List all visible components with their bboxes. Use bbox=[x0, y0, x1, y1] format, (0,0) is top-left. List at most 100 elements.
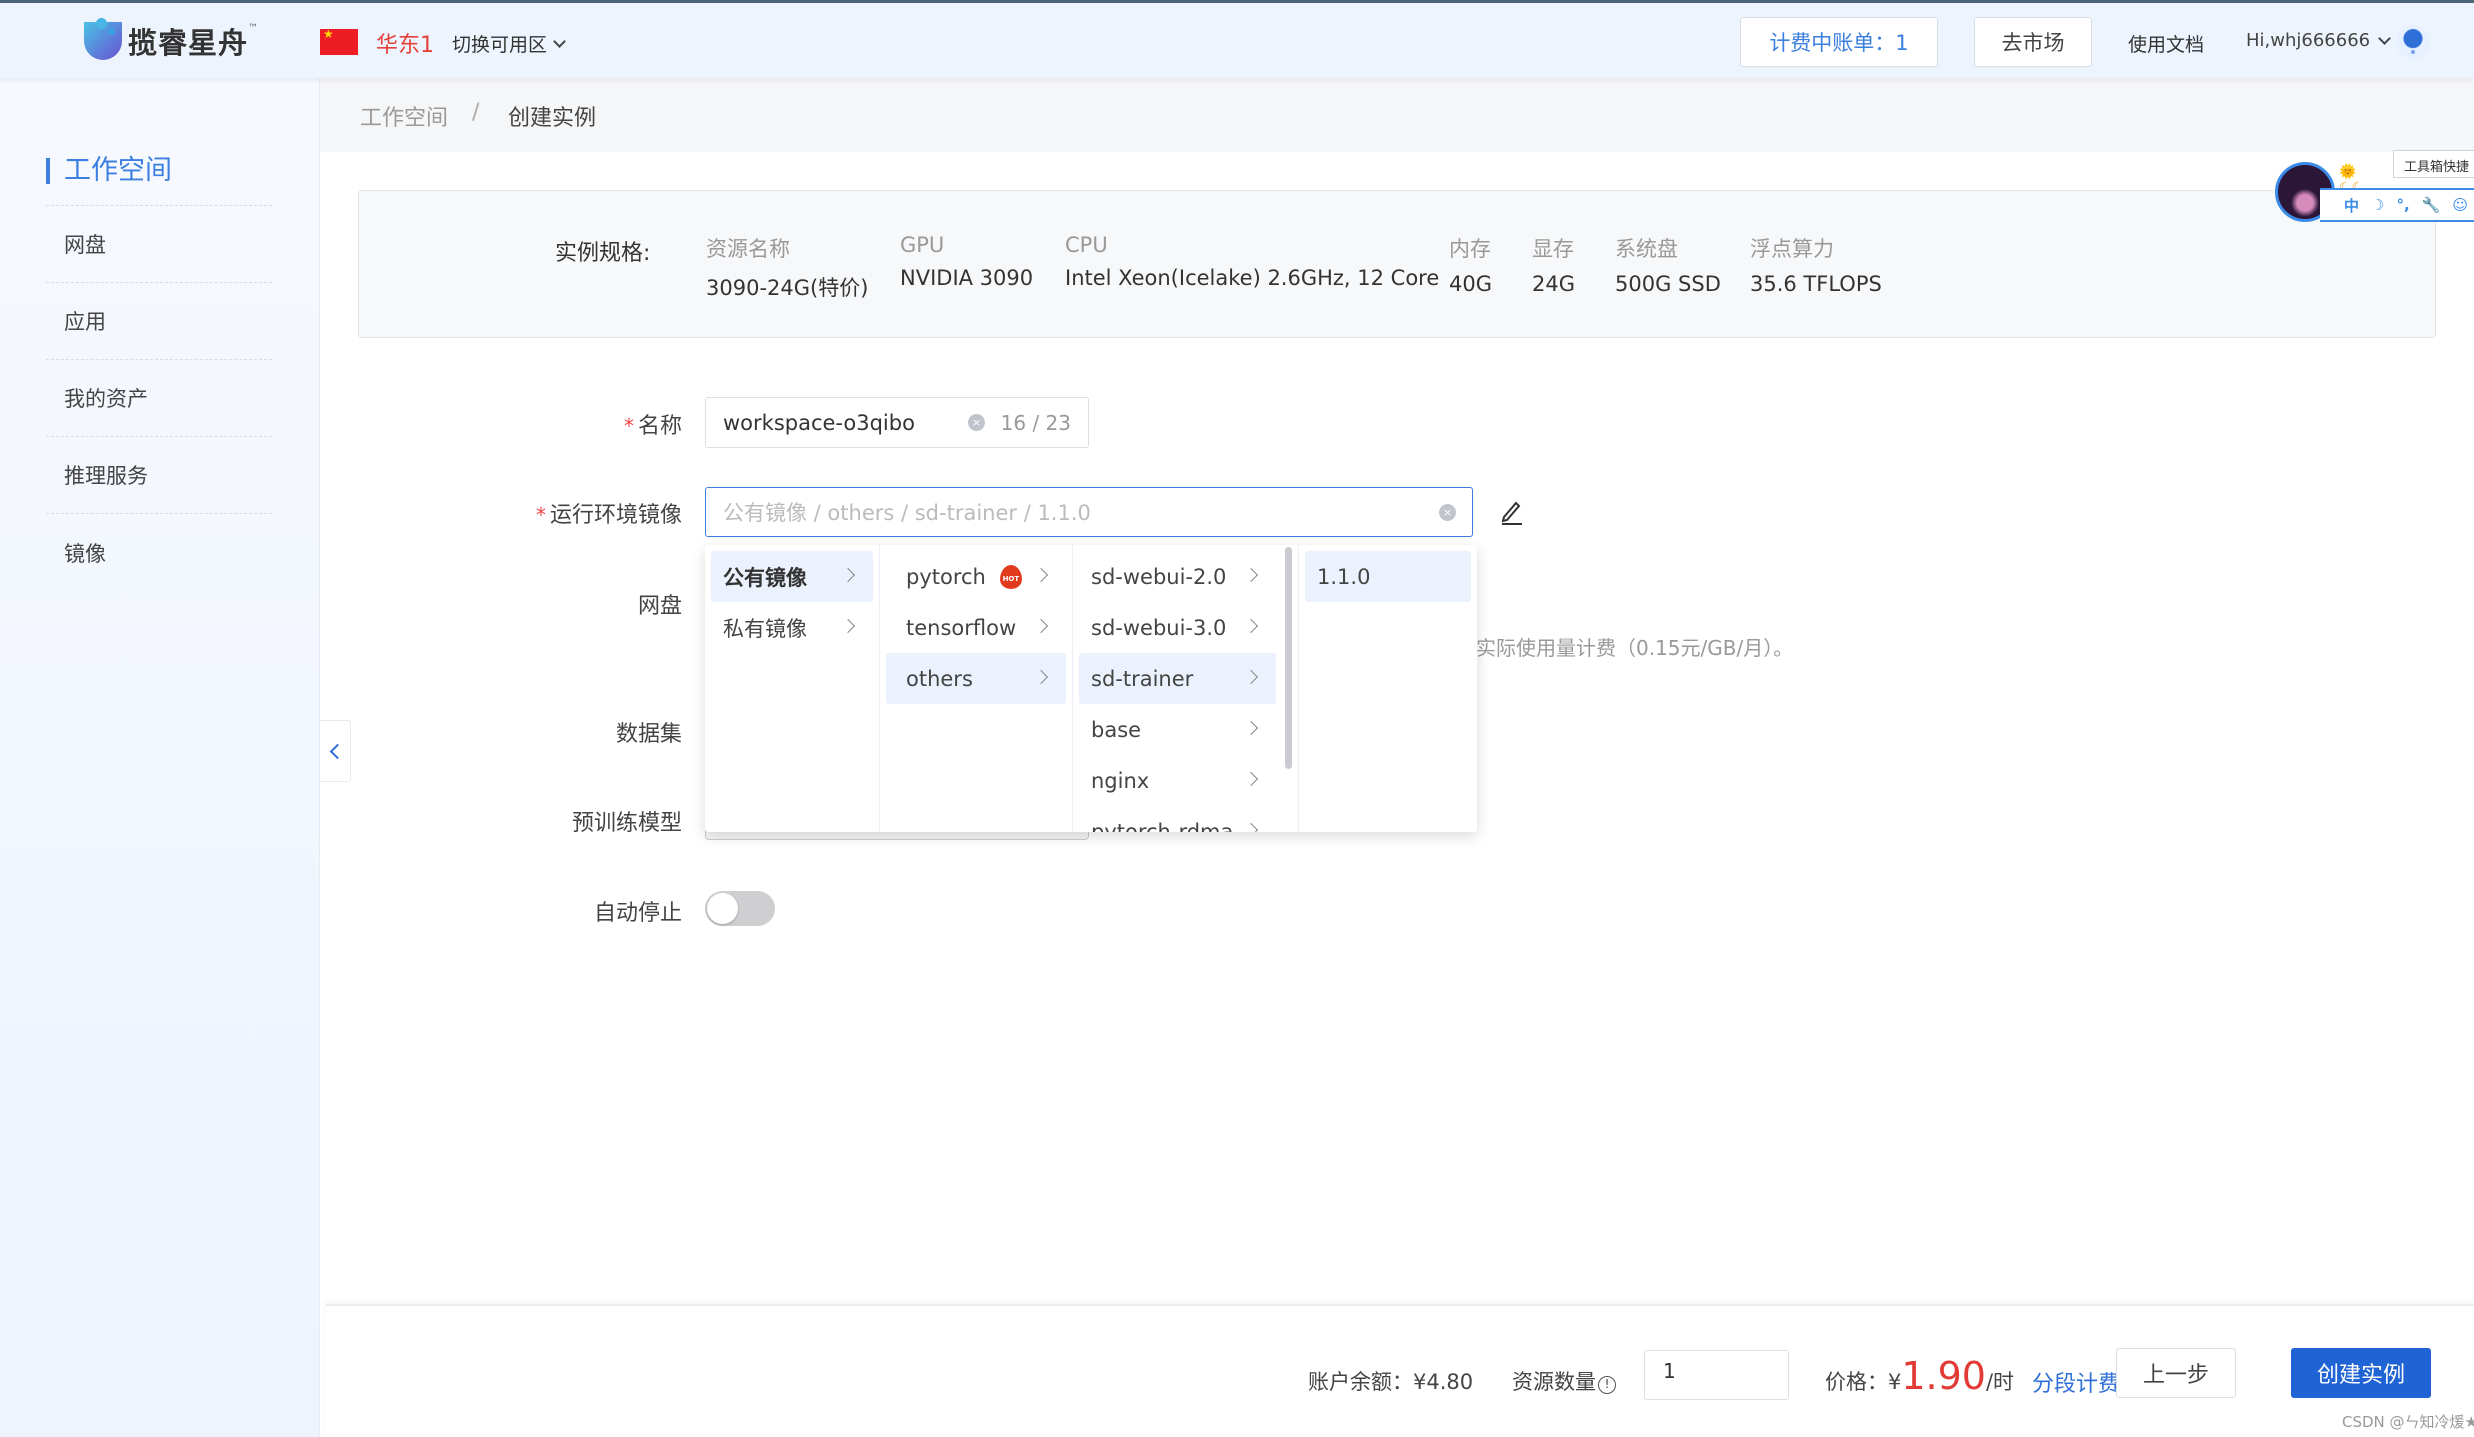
cascader-option[interactable]: sd-trainer bbox=[1079, 653, 1276, 704]
cascader-option[interactable]: 私有镜像 bbox=[711, 602, 873, 653]
cascader-scrollbar[interactable] bbox=[1285, 547, 1292, 769]
price-label: 价格： bbox=[1825, 1370, 1888, 1394]
required-mark: * bbox=[623, 414, 634, 438]
spec-resource-name: 资源名称 3090-24G(特价) bbox=[706, 233, 868, 302]
chinese-mode-icon[interactable]: 中 bbox=[2344, 195, 2359, 216]
chevron-down-icon bbox=[553, 34, 566, 48]
breadcrumb: 工作空间 / 创建实例 bbox=[320, 78, 2474, 152]
option-label: pytorch bbox=[906, 564, 986, 589]
sidebar-item-apps[interactable]: 应用 bbox=[46, 283, 272, 360]
spec-header: 浮点算力 bbox=[1750, 237, 1834, 261]
spec-header: 系统盘 bbox=[1615, 237, 1678, 261]
chevron-right-icon bbox=[1243, 669, 1259, 685]
dataset-label: 数据集 bbox=[615, 722, 682, 747]
footer-bar: 账户余额：¥4.80 资源数量! 1 价格：¥1.90/时 分段计费 上一步 创… bbox=[326, 1304, 2474, 1437]
option-label: tensorflow bbox=[906, 615, 1017, 640]
chevron-right-icon bbox=[1243, 567, 1259, 583]
spec-flops: 浮点算力 35.6 TFLOPS bbox=[1750, 233, 1882, 296]
name-label-text: 名称 bbox=[637, 414, 682, 439]
cascader-option[interactable]: sd-webui-2.0 bbox=[1079, 551, 1276, 602]
account-balance: 账户余额：¥4.80 bbox=[1308, 1366, 1473, 1396]
quantity-label-text: 资源数量 bbox=[1512, 1370, 1596, 1394]
spec-value: 40G bbox=[1449, 272, 1492, 296]
market-button[interactable]: 去市场 bbox=[1974, 17, 2092, 67]
sidebar-item-netdisk[interactable]: 网盘 bbox=[46, 206, 272, 283]
sidebar-item-images[interactable]: 镜像 bbox=[46, 514, 272, 591]
collapse-sidebar-button[interactable] bbox=[320, 720, 351, 782]
price-display: 价格：¥1.90/时 bbox=[1825, 1354, 2014, 1398]
option-label: nginx bbox=[1091, 768, 1150, 793]
edit-pencil-icon[interactable] bbox=[1500, 498, 1524, 526]
clear-icon[interactable]: × bbox=[968, 414, 985, 431]
punctuation-icon[interactable]: °, bbox=[2396, 196, 2409, 214]
segment-billing-link[interactable]: 分段计费 bbox=[2032, 1366, 2120, 1398]
pretrained-model-label: 预训练模型 bbox=[571, 811, 682, 836]
quantity-input[interactable]: 1 bbox=[1644, 1350, 1789, 1400]
spec-memory: 内存 40G bbox=[1449, 233, 1492, 296]
breadcrumb-separator: / bbox=[472, 100, 480, 125]
previous-step-button[interactable]: 上一步 bbox=[2116, 1348, 2236, 1398]
cascader-option[interactable]: sd-webui-3.0 bbox=[1079, 602, 1276, 653]
billing-button[interactable]: 计费中账单：1 bbox=[1740, 17, 1938, 67]
moon-icon[interactable]: ☽ bbox=[2371, 196, 2384, 214]
name-label: * 名称 bbox=[302, 408, 682, 440]
smiley-icon[interactable]: ☺ bbox=[2452, 196, 2468, 214]
required-mark: * bbox=[535, 503, 546, 527]
switch-zone-dropdown[interactable]: 切换可用区 bbox=[452, 30, 566, 57]
netdisk-billing-hint: 实际使用量计费（0.15元/GB/月）。 bbox=[1476, 636, 1794, 660]
widget-toolbar: 中 ☽ °, 🔧 ☺ bbox=[2320, 188, 2474, 222]
sidebar-item-assets[interactable]: 我的资产 bbox=[46, 360, 272, 437]
spec-value: NVIDIA 3090 bbox=[900, 266, 1034, 290]
chevron-right-icon bbox=[1243, 618, 1259, 634]
spec-value: 24G bbox=[1532, 272, 1575, 296]
chevron-right-icon bbox=[1243, 822, 1259, 832]
sidebar-item-label: 推理服务 bbox=[64, 464, 148, 488]
name-input[interactable]: workspace-o3qibo × 16 / 23 bbox=[705, 397, 1089, 448]
cascader-option[interactable]: 1.1.0 bbox=[1305, 551, 1471, 602]
autostop-toggle[interactable] bbox=[705, 891, 775, 926]
spec-header: 资源名称 bbox=[706, 237, 790, 261]
option-label: pytorch-rdma bbox=[1091, 819, 1234, 833]
cascader-option[interactable]: pytorch HOT bbox=[886, 551, 1066, 602]
spec-system-disk: 系统盘 500G SSD bbox=[1615, 233, 1721, 296]
cascader-column-version: 1.1.0 bbox=[1299, 545, 1477, 832]
docs-link[interactable]: 使用文档 bbox=[2128, 30, 2204, 57]
clear-icon[interactable]: × bbox=[1439, 503, 1456, 521]
cascader-option[interactable]: nginx bbox=[1079, 755, 1276, 806]
cascader-option[interactable]: pytorch-rdma bbox=[1079, 806, 1276, 832]
chevron-right-icon bbox=[1033, 618, 1049, 634]
name-char-count: 16 / 23 bbox=[1000, 410, 1071, 435]
assistant-bot-icon[interactable] bbox=[2396, 25, 2430, 59]
cascader-option[interactable]: base bbox=[1079, 704, 1276, 755]
cascader-option[interactable]: tensorflow bbox=[886, 602, 1066, 653]
brand-logo[interactable]: 揽睿星舟 ™ bbox=[84, 18, 258, 61]
sidebar-item-inference[interactable]: 推理服务 bbox=[46, 437, 272, 514]
user-menu[interactable]: Hi,whj666666 bbox=[2246, 30, 2391, 51]
cascader-column-source: 公有镜像 私有镜像 bbox=[705, 545, 880, 832]
brand-name: 揽睿星舟 bbox=[128, 26, 249, 60]
sidebar-item-label: 镜像 bbox=[64, 541, 106, 566]
switch-zone-label: 切换可用区 bbox=[452, 34, 548, 56]
hot-badge-icon: HOT bbox=[999, 564, 1022, 589]
sidebar-item-label: 网盘 bbox=[64, 233, 106, 257]
create-instance-button[interactable]: 创建实例 bbox=[2291, 1348, 2431, 1398]
breadcrumb-workspace[interactable]: 工作空间 bbox=[360, 100, 448, 132]
spec-value: 3090-24G(特价) bbox=[706, 276, 869, 300]
spec-value: 35.6 TFLOPS bbox=[1750, 272, 1882, 296]
wrench-icon[interactable]: 🔧 bbox=[2422, 196, 2441, 214]
info-icon[interactable]: ! bbox=[1598, 1376, 1616, 1394]
chevron-right-icon bbox=[1243, 771, 1259, 787]
option-label: 公有镜像 bbox=[723, 565, 807, 590]
cascader-option[interactable]: others bbox=[886, 653, 1066, 704]
spec-header: CPU bbox=[1065, 233, 1108, 257]
netdisk-label: 网盘 bbox=[637, 594, 682, 619]
region-name: 华东1 bbox=[376, 33, 434, 58]
cascader-option[interactable]: 公有镜像 bbox=[711, 551, 873, 602]
balance-label: 账户余额： bbox=[1308, 1370, 1413, 1394]
china-flag-icon bbox=[320, 27, 358, 55]
logo-icon bbox=[84, 18, 122, 60]
spec-header: 显存 bbox=[1532, 237, 1574, 261]
sidebar-item-workspace[interactable]: 工作空间 bbox=[46, 129, 272, 206]
image-cascader-input[interactable]: 公有镜像 / others / sd-trainer / 1.1.0 × bbox=[705, 487, 1473, 537]
spec-vram: 显存 24G bbox=[1532, 233, 1575, 296]
